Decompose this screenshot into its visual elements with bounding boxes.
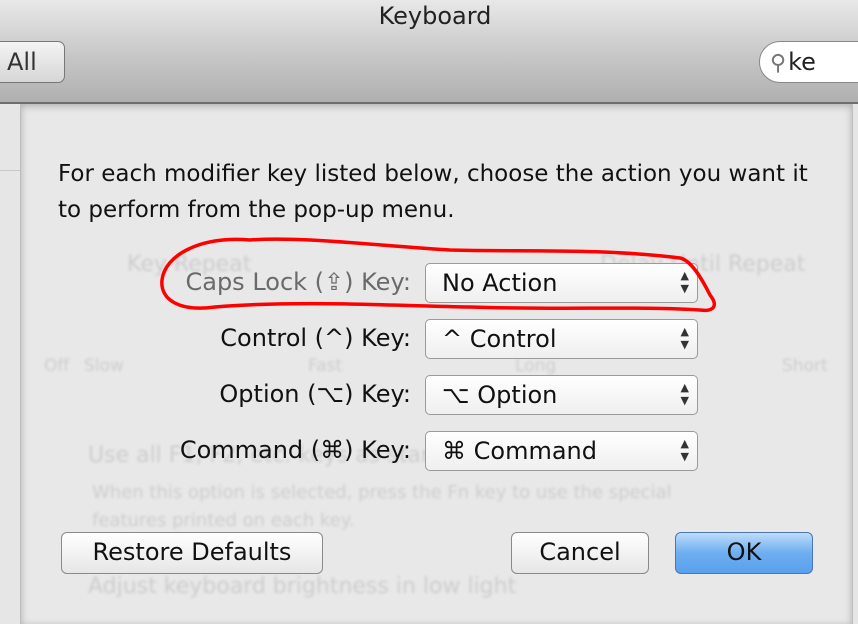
red-annotation-circle bbox=[160, 237, 717, 313]
